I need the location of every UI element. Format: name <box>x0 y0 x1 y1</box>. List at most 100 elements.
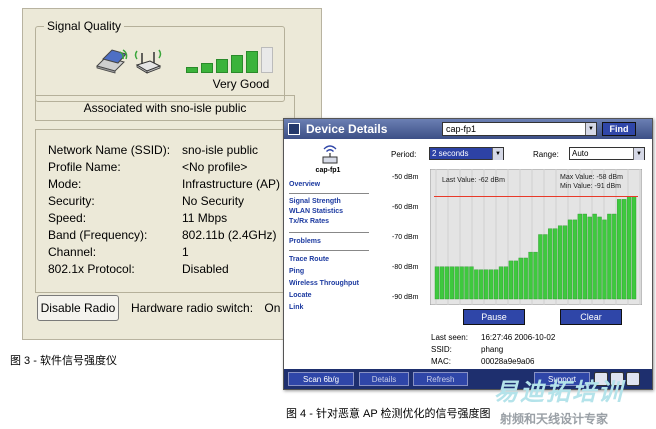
chevron-down-icon: ▼ <box>633 148 644 160</box>
back-icon[interactable] <box>626 372 640 386</box>
signal-strength-bars <box>186 45 281 73</box>
signal-bar <box>533 251 538 300</box>
info-value: 00028a9e9a06 <box>481 357 535 366</box>
y-tick-label: -70 dBm <box>392 234 419 241</box>
signal-bar <box>246 51 258 73</box>
access-point-icon <box>322 145 338 164</box>
refresh-button[interactable]: Refresh <box>413 372 468 386</box>
signal-bar <box>493 269 499 300</box>
nav-ping[interactable]: Ping <box>289 268 304 275</box>
signal-bar <box>626 196 632 300</box>
info-label: SSID: <box>431 345 452 354</box>
association-status-text: Associated with sno-isle public <box>83 101 247 115</box>
signal-quality-group-title: Signal Quality <box>44 19 125 33</box>
association-status-box: Associated with sno-isle public <box>35 95 295 121</box>
detail-value: Infrastructure (AP) <box>182 177 281 191</box>
laptop-icon <box>96 49 128 74</box>
y-tick-label: -60 dBm <box>392 204 419 211</box>
nav-wlan-statistics[interactable]: WLAN Statistics <box>289 208 343 215</box>
signal-bar <box>459 266 464 300</box>
figure-3-caption: 图 3 - 软件信号强度仪 <box>10 355 117 367</box>
signal-bar <box>464 266 469 300</box>
ap-name: cap-fp1 <box>315 167 341 174</box>
scan-button[interactable]: Scan 6b/g <box>288 372 354 386</box>
signal-quality-group: Signal Quality Very Good <box>35 19 285 102</box>
nav-overview[interactable]: Overview <box>289 181 320 188</box>
y-tick-label: -90 dBm <box>392 294 419 301</box>
signal-quality-dialog: Signal Quality Very Good Associated with… <box>22 8 322 340</box>
signal-bar <box>607 213 612 300</box>
signal-bar <box>528 251 533 300</box>
disable-radio-button[interactable]: Disable Radio <box>37 295 119 321</box>
range-select-value: Auto <box>572 149 589 158</box>
period-select[interactable]: 2 seconds ▼ <box>429 147 504 160</box>
y-tick-label: -50 dBm <box>392 174 419 181</box>
detail-label: Network Name (SSID): <box>48 143 171 157</box>
device-sidebar: cap-fp1 Overview Signal Strength WLAN St… <box>284 139 372 364</box>
signal-bar <box>567 219 573 300</box>
device-details-titlebar: Device Details cap-fp1 ▼ Find <box>284 119 652 139</box>
detail-label: Speed: <box>48 211 87 225</box>
y-tick-label: -80 dBm <box>392 264 419 271</box>
find-button[interactable]: Find <box>602 122 636 136</box>
min-value-label: Min Value: -91 dBm <box>560 183 621 190</box>
signal-bar <box>562 225 568 300</box>
detail-label: Profile Name: <box>48 160 121 174</box>
detail-label: Security: <box>48 194 95 208</box>
details-tab[interactable]: Details <box>359 372 409 386</box>
period-label: Period: <box>391 150 417 159</box>
signal-bar <box>469 266 474 300</box>
signal-bar <box>216 59 228 73</box>
period-select-value: 2 seconds <box>432 149 469 158</box>
signal-bar <box>592 213 597 300</box>
signal-bar <box>577 213 583 300</box>
nav-problems[interactable]: Problems <box>289 238 321 245</box>
router-icon <box>134 49 162 74</box>
signal-bar <box>518 257 523 300</box>
device-select-value: cap-fp1 <box>446 124 477 134</box>
nav-signal-strength[interactable]: Signal Strength <box>289 198 341 205</box>
signal-bar <box>201 63 213 73</box>
clear-button[interactable]: Clear <box>560 309 622 325</box>
signal-bar <box>489 269 494 300</box>
nav-link[interactable]: Link <box>289 304 303 311</box>
signal-bar <box>548 228 553 300</box>
figure-4-caption: 图 4 - 针对恶意 AP 检测优化的信号强度图 <box>286 408 491 420</box>
chevron-down-icon: ▼ <box>585 123 596 135</box>
nav-txrx-rates[interactable]: Tx/Rx Rates <box>289 218 329 225</box>
signal-bar <box>622 199 627 300</box>
detail-label: Channel: <box>48 245 97 259</box>
signal-bar <box>474 269 479 300</box>
signal-bar <box>498 266 504 300</box>
nav-trace-route[interactable]: Trace Route <box>289 256 329 263</box>
signal-bar <box>617 199 622 300</box>
signal-bar <box>538 234 543 300</box>
signal-bar <box>503 266 509 300</box>
range-select[interactable]: Auto ▼ <box>569 147 645 160</box>
signal-bar <box>434 266 440 300</box>
signal-bar <box>543 234 548 300</box>
hw-switch-value: On <box>264 301 281 315</box>
signal-strength-chart: Last Value: -62 dBm Max Value: -58 dBm M… <box>430 169 642 305</box>
detail-value: Disabled <box>182 262 229 276</box>
signal-bar <box>582 213 587 300</box>
chevron-down-icon: ▼ <box>492 148 503 160</box>
detail-label: Band (Frequency): <box>48 228 148 242</box>
pause-button[interactable]: Pause <box>463 309 525 325</box>
nav-locate[interactable]: Locate <box>289 292 312 299</box>
nav-divider <box>289 193 369 194</box>
hardware-radio-switch: Hardware radio switch: On <box>131 301 280 315</box>
signal-bar <box>597 216 602 300</box>
signal-bar <box>484 269 489 300</box>
signal-bar <box>553 228 558 300</box>
window-menu-icon[interactable] <box>288 123 300 135</box>
nav-wireless-throughput[interactable]: Wireless Throughput <box>289 280 359 287</box>
signal-quality-text: Very Good <box>212 77 270 91</box>
detail-value: sno-isle public <box>182 143 259 157</box>
info-value: 16:27:46 2006-10-02 <box>481 333 556 342</box>
signal-bar <box>439 266 445 300</box>
signal-bar <box>449 266 454 300</box>
detail-value: 11 Mbps <box>182 211 228 225</box>
device-select[interactable]: cap-fp1 ▼ <box>442 122 597 136</box>
detail-value: 1 <box>182 245 189 259</box>
